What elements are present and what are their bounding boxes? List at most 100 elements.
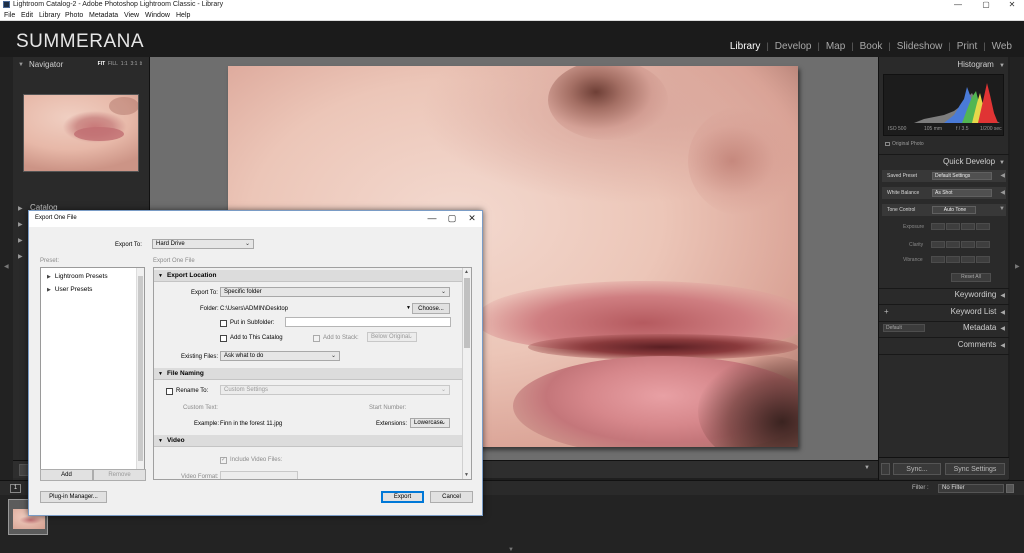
export-to-select[interactable]: Hard Drive ⌄ <box>152 239 254 249</box>
histogram[interactable]: ISO 500 105 mm f / 3.5 1/200 sec <box>883 74 1004 136</box>
rename-template-select[interactable]: Custom Settings ⌄ <box>220 385 450 395</box>
remove-preset-button[interactable]: Remove <box>93 469 146 481</box>
expand-triangle-icon[interactable]: ◀ <box>1000 172 1005 179</box>
exposure-up-large[interactable] <box>976 223 990 230</box>
dialog-close-icon[interactable]: ✕ <box>462 212 482 226</box>
menu-window[interactable]: Window <box>145 12 170 19</box>
preset-folder-user[interactable]: ▶ User Presets <box>47 286 92 293</box>
preset-folder-lightroom[interactable]: ▶ Lightroom Presets <box>47 273 108 280</box>
navigator-preview[interactable] <box>23 94 139 172</box>
module-develop[interactable]: Develop <box>769 41 818 52</box>
choose-folder-button[interactable]: Choose... <box>412 303 450 314</box>
menu-library[interactable]: Library <box>39 12 60 19</box>
toolbar-dropdown-icon[interactable]: ▼ <box>864 465 870 471</box>
expand-triangle-icon[interactable]: ◀ <box>1000 189 1005 196</box>
saved-preset-select[interactable]: Default Settings <box>932 172 992 180</box>
scrollbar-thumb[interactable] <box>464 278 470 348</box>
filter-select[interactable]: No Filter <box>938 484 1004 493</box>
zoom-fill[interactable]: FILL <box>108 61 118 67</box>
filmstrip-toggle-icon[interactable]: ▼ <box>508 547 514 553</box>
module-library[interactable]: Library <box>724 41 767 52</box>
folder-dropdown-icon[interactable]: ▼ <box>406 305 411 311</box>
folder-path[interactable]: C:\Users\ADMIN\Desktop <box>220 306 288 312</box>
reset-all-button[interactable]: Reset All <box>951 273 991 282</box>
vibrance-up-large[interactable] <box>976 256 990 263</box>
menu-photo[interactable]: Photo <box>65 12 83 19</box>
maximize-icon[interactable]: ▢ <box>974 0 998 10</box>
include-video-checkbox[interactable] <box>220 456 227 464</box>
close-icon[interactable]: ✕ <box>1000 0 1024 10</box>
minimize-icon[interactable]: — <box>946 0 970 10</box>
zoom-3-1[interactable]: 3:1 <box>130 61 137 67</box>
location-export-to-select[interactable]: Specific folder ⌄ <box>220 287 450 297</box>
clarity-up[interactable] <box>961 241 975 248</box>
menu-metadata[interactable]: Metadata <box>89 12 118 19</box>
module-web[interactable]: Web <box>986 41 1018 52</box>
quick-develop-header[interactable]: Quick Develop ▼ <box>883 157 1005 169</box>
export-location-header[interactable]: ▼ Export Location <box>154 270 463 282</box>
original-photo-toggle[interactable]: Original Photo <box>885 141 924 147</box>
dialog-minimize-icon[interactable]: — <box>422 212 442 226</box>
add-to-catalog-checkbox[interactable] <box>220 335 227 342</box>
zoom-stepper-icon[interactable]: ⇕ <box>139 61 143 67</box>
comments-header[interactable]: Comments ◀ <box>883 340 1005 352</box>
module-book[interactable]: Book <box>854 41 889 52</box>
collapse-triangle-icon[interactable]: ▼ <box>999 206 1005 212</box>
plugin-manager-button[interactable]: Plug-in Manager... <box>40 491 107 503</box>
keyword-list-header[interactable]: Keyword List ◀ <box>883 307 1005 319</box>
secondary-window-button[interactable]: 1 <box>10 484 21 493</box>
dialog-maximize-icon[interactable]: ▢ <box>442 212 462 226</box>
preset-scrollbar[interactable] <box>136 268 144 469</box>
expand-triangle-icon[interactable]: ▶ <box>18 237 23 244</box>
clarity-down-large[interactable] <box>931 241 945 248</box>
settings-scrollbar[interactable]: ▲ ▼ <box>462 268 471 479</box>
export-button[interactable]: Export <box>381 491 424 503</box>
sync-switch-icon[interactable] <box>881 463 890 475</box>
vibrance-up[interactable] <box>961 256 975 263</box>
cancel-button[interactable]: Cancel <box>430 491 473 503</box>
clarity-down[interactable] <box>946 241 960 248</box>
expand-triangle-icon[interactable]: ▶ <box>18 221 23 228</box>
scrollbar-thumb[interactable] <box>138 276 143 461</box>
auto-tone-button[interactable]: Auto Tone <box>932 206 976 214</box>
scroll-down-icon[interactable]: ▼ <box>464 472 469 478</box>
menu-edit[interactable]: Edit <box>21 12 33 19</box>
filter-lock-icon[interactable] <box>1006 484 1014 493</box>
module-map[interactable]: Map <box>820 41 851 52</box>
original-photo-checkbox[interactable] <box>885 141 890 146</box>
navigator-header[interactable]: ▼ Navigator FIT FILL 1:1 3:1 ⇕ <box>17 60 145 72</box>
sync-button[interactable]: Sync... <box>893 463 941 475</box>
exposure-down[interactable] <box>946 223 960 230</box>
clarity-up-large[interactable] <box>976 241 990 248</box>
left-panel-toggle[interactable]: ◀ <box>0 57 13 480</box>
vibrance-down[interactable] <box>946 256 960 263</box>
scroll-up-icon[interactable]: ▲ <box>464 269 469 275</box>
menu-view[interactable]: View <box>124 12 139 19</box>
right-panel-toggle[interactable]: ▶ <box>1010 57 1024 480</box>
menu-file[interactable]: File <box>4 12 15 19</box>
subfolder-input[interactable] <box>285 317 451 327</box>
module-slideshow[interactable]: Slideshow <box>891 41 949 52</box>
zoom-1-1[interactable]: 1:1 <box>121 61 128 67</box>
vibrance-down-large[interactable] <box>931 256 945 263</box>
white-balance-select[interactable]: As Shot <box>932 189 992 197</box>
keywording-header[interactable]: Keywording ◀ <box>883 290 1005 302</box>
exposure-up[interactable] <box>961 223 975 230</box>
expand-triangle-icon[interactable]: ▶ <box>18 253 23 260</box>
add-to-stack-checkbox[interactable] <box>313 335 320 342</box>
file-naming-header[interactable]: ▼ File Naming <box>154 368 463 380</box>
rename-to-checkbox[interactable] <box>166 388 173 395</box>
zoom-fit[interactable]: FIT <box>98 61 106 67</box>
sync-settings-button[interactable]: Sync Settings <box>945 463 1005 475</box>
video-format-select[interactable] <box>220 471 298 479</box>
expand-triangle-icon[interactable]: ▶ <box>18 205 23 212</box>
existing-files-select[interactable]: Ask what to do ⌄ <box>220 351 340 361</box>
put-in-subfolder-checkbox[interactable] <box>220 320 227 327</box>
metadata-header[interactable]: Metadata ◀ <box>883 323 1005 335</box>
video-header[interactable]: ▼ Video <box>154 435 463 447</box>
extensions-select[interactable]: Lowercase ⌄ <box>410 418 450 428</box>
stack-position-select[interactable]: Below Original ⌄ <box>367 332 417 342</box>
add-preset-button[interactable]: Add <box>40 469 93 481</box>
exposure-down-large[interactable] <box>931 223 945 230</box>
histogram-header[interactable]: Histogram ▼ <box>883 60 1005 72</box>
